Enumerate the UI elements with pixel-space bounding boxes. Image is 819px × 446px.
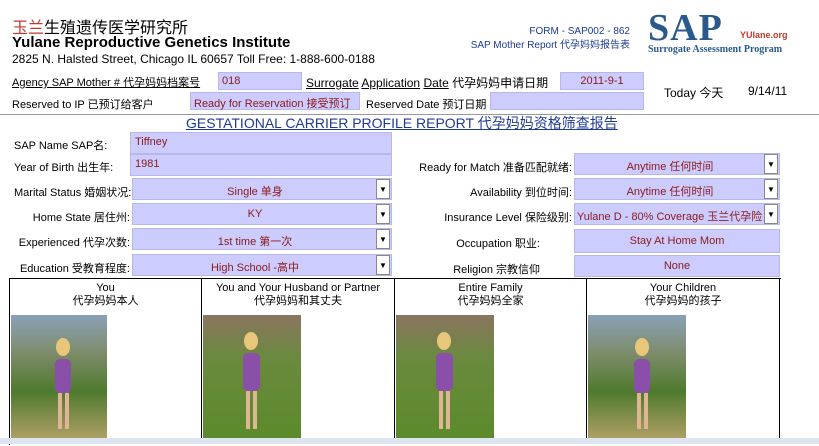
chevron-down-icon[interactable]: ▼ (764, 179, 778, 199)
education-label: Education 受教育程度: (19, 263, 130, 275)
occupation-label: Occupation 职业: (456, 238, 540, 250)
sap-name-field[interactable]: Tiffney (130, 132, 392, 154)
experienced-value: 1st time 第一次 (217, 236, 293, 248)
photo-caption-cn: 代孕妈妈本人 (72, 295, 139, 307)
experienced-select[interactable]: 1st time 第一次 ▼ (132, 228, 392, 250)
page-bottom-band (0, 438, 819, 444)
education-select[interactable]: High School -高中 ▼ (132, 254, 392, 276)
application-date-label: Surrogate Application Date 代孕妈妈申请日期 (306, 76, 549, 90)
photo-caption-cn: 代孕妈妈的孩子 (644, 295, 722, 307)
logo-yulane-text: YUlane.org (740, 30, 788, 40)
chevron-down-icon[interactable]: ▼ (764, 204, 778, 224)
chevron-down-icon[interactable]: ▼ (376, 255, 390, 275)
insurance-level-select[interactable]: Yulane D - 80% Coverage 玉兰代孕险 ▼ (574, 203, 780, 225)
availability-select[interactable]: Anytime 任何时间 ▼ (574, 178, 780, 200)
sap-logo: SAP YUlane.org Surrogate Assessment Prog… (648, 6, 818, 58)
marital-status-label: Marital Status 婚姻状况: (14, 187, 132, 199)
photo-caption-en: Your Children (649, 282, 717, 294)
home-state-label: Home State 居住州: (32, 212, 130, 224)
photo-image[interactable] (588, 315, 686, 443)
year-of-birth-field[interactable]: 1981 (130, 154, 392, 176)
home-state-value: KY (247, 208, 263, 220)
photo-caption-en: You and Your Husband or Partner (215, 282, 381, 294)
photo-cell-family: Entire Family 代孕妈妈全家 (394, 278, 587, 444)
chevron-down-icon[interactable]: ▼ (764, 154, 778, 174)
agency-number-field[interactable]: 018 (218, 72, 302, 90)
photo-cell-you: You 代孕妈妈本人 (9, 278, 202, 444)
application-date-field[interactable]: 2011-9-1 (560, 72, 644, 90)
ready-for-match-value: Anytime 任何时间 (626, 161, 714, 173)
occupation-field[interactable]: Stay At Home Mom (574, 229, 780, 253)
photo-caption-cn: 代孕妈妈全家 (457, 295, 524, 307)
logo-subtitle: Surrogate Assessment Program (648, 44, 783, 55)
experienced-label: Experienced 代孕次数: (18, 237, 130, 249)
religion-field[interactable]: None (574, 255, 780, 277)
insurance-level-value: Yulane D - 80% Coverage 玉兰代孕险 (577, 211, 763, 223)
photo-image[interactable] (203, 315, 301, 443)
home-state-select[interactable]: KY ▼ (132, 203, 392, 225)
insurance-level-label: Insurance Level 保险级别: (444, 212, 572, 224)
availability-label: Availability 到位时间: (470, 187, 572, 199)
reserved-date-field[interactable] (490, 92, 644, 110)
photo-caption-en: Entire Family (458, 282, 523, 294)
today-value: 9/14/11 (748, 84, 788, 98)
agency-number-label: Agency SAP Mother # 代孕妈妈档案号 (12, 77, 201, 89)
religion-label: Religion 宗教信仰 (453, 264, 540, 276)
institute-name-en: Yulane Reproductive Genetics Institute (12, 34, 291, 51)
chevron-down-icon[interactable]: ▼ (376, 179, 390, 199)
year-of-birth-label: Year of Birth 出生年: (14, 162, 114, 174)
reserved-date-label: Reserved Date 预订日期 (366, 99, 487, 111)
photo-cell-children: Your Children 代孕妈妈的孩子 (586, 278, 780, 444)
photo-cell-husband: You and Your Husband or Partner 代孕妈妈和其丈夫 (201, 278, 395, 444)
reserved-ip-label: Reserved to IP 已预订给客户 (12, 99, 154, 111)
ready-for-match-label: Ready for Match 准备匹配就绪: (419, 162, 572, 174)
chevron-down-icon[interactable]: ▼ (376, 229, 390, 249)
photo-caption-cn: 代孕妈妈和其丈夫 (254, 295, 342, 307)
form-name: SAP Mother Report 代孕妈妈报告表 (470, 40, 630, 51)
education-value: High School -高中 (210, 262, 300, 274)
reserved-ip-field[interactable]: Ready for Reservation 接受预订 (190, 92, 360, 110)
today-label: Today 今天 (664, 86, 724, 100)
institute-address: 2825 N. Halsted Street, Chicago IL 60657… (12, 52, 375, 66)
availability-value: Anytime 任何时间 (626, 186, 714, 198)
ready-for-match-select[interactable]: Anytime 任何时间 ▼ (574, 153, 780, 175)
photo-image[interactable] (396, 315, 494, 443)
marital-status-select[interactable]: Single 单身 ▼ (132, 178, 392, 200)
sap-name-label: SAP Name SAP名: (14, 140, 108, 152)
report-title: GESTATIONAL CARRIER PROFILE REPORT 代孕妈妈资… (186, 115, 618, 131)
photo-caption-en: You (96, 282, 115, 294)
chevron-down-icon[interactable]: ▼ (376, 204, 390, 224)
photo-image[interactable] (11, 315, 107, 443)
marital-status-value: Single 单身 (227, 186, 283, 198)
